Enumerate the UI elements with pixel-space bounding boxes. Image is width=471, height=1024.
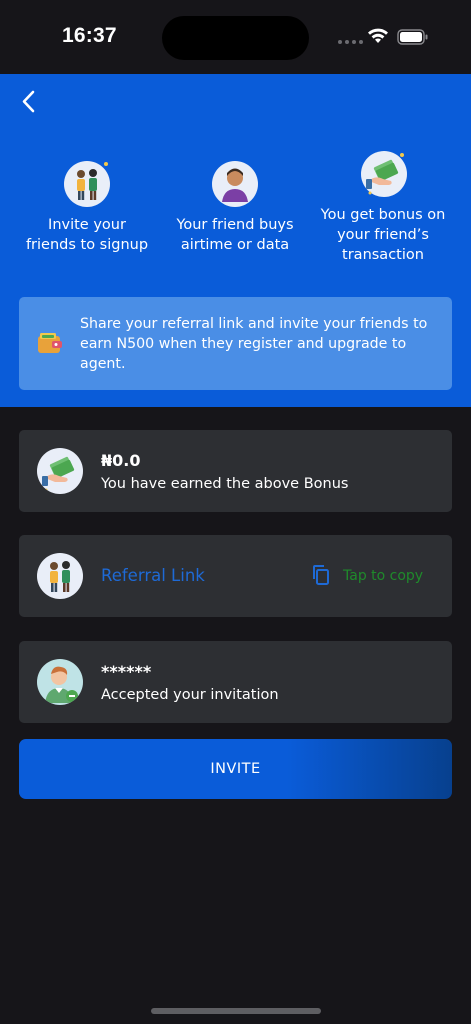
friends-icon [64,161,110,207]
referral-link-card[interactable]: Referral Link Tap to copy [19,535,452,617]
cash-hand-icon [37,448,83,494]
step-label-bonus: You get bonus on your friend’s transacti… [320,207,446,263]
back-icon[interactable] [16,88,44,116]
cash-hand-icon [361,151,407,197]
user-avatar-icon [37,659,83,705]
wallet-icon [38,333,62,353]
invitation-card: ****** Accepted your invitation [19,641,452,723]
invitee-name: ****** [101,662,152,681]
tap-to-copy-button[interactable]: Tap to copy [343,568,423,584]
wifi-icon [368,28,388,43]
dynamic-island [162,16,309,60]
battery-icon [397,29,428,45]
bonus-subtitle: You have earned the above Bonus [101,476,349,492]
person-icon [212,161,258,207]
friends-icon [37,553,83,599]
copy-icon[interactable] [311,564,331,586]
status-time: 16:37 [62,24,117,47]
status-bar: 16:37 [0,0,471,74]
referral-link-label[interactable]: Referral Link [101,566,205,585]
step-label-buys: Your friend buys airtime or data [176,217,294,253]
cellular-signal-icon [338,40,363,44]
invitation-status: Accepted your invitation [101,687,279,703]
bonus-amount: ₦0.0 [101,451,141,470]
referral-header: Invite your friends to signup Your frien… [0,74,471,407]
invite-button[interactable]: INVITE [19,739,452,799]
referral-info-banner: Share your referral link and invite your… [19,297,452,390]
step-label-invite: Invite your friends to signup [25,217,149,253]
bonus-card: ₦0.0 You have earned the above Bonus [19,430,452,512]
referral-info-text: Share your referral link and invite your… [80,316,428,372]
home-indicator[interactable] [151,1008,321,1014]
